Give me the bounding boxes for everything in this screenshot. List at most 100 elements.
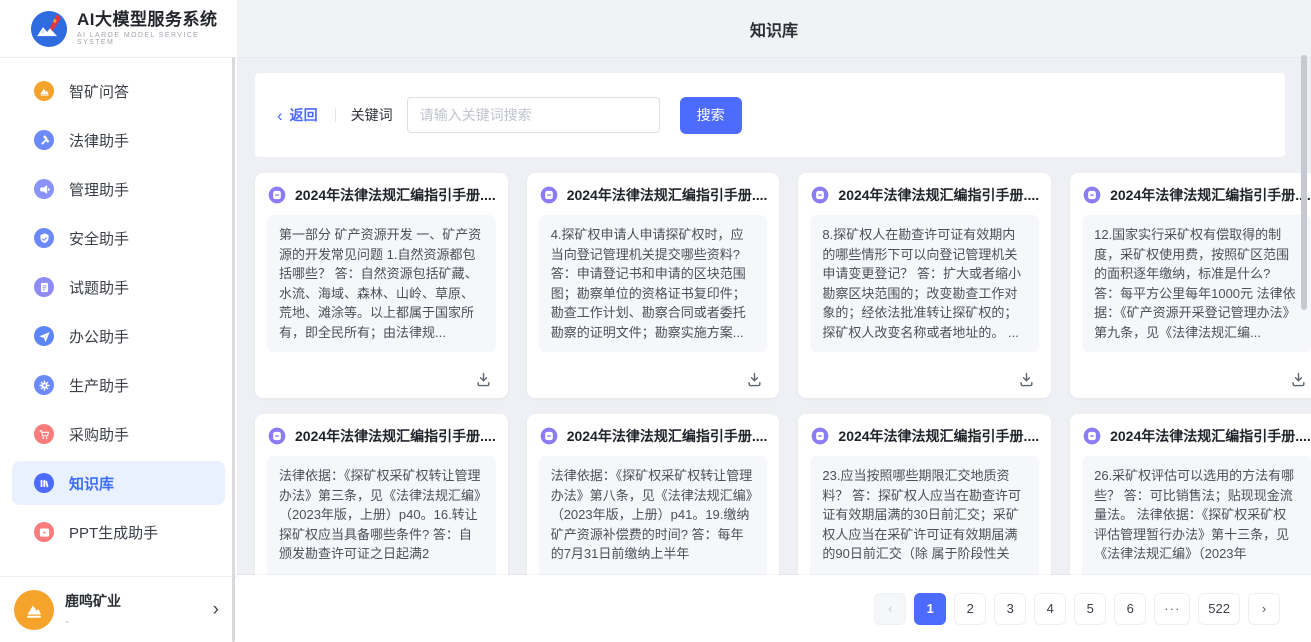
- content-area: ‹ 返回 关键词 搜索 2024年法律法规汇编指引手册.... 第一部分 矿产资源…: [237, 58, 1311, 575]
- sidebar-item-ppt[interactable]: PPT生成助手: [12, 510, 225, 554]
- knowledge-card[interactable]: 2024年法律法规汇编指引手册....26.采矿权评估可以选用的方法有哪些？ 答…: [1070, 414, 1311, 575]
- megaphone-icon: [34, 179, 54, 199]
- sidebar-item-label: 办公助手: [69, 326, 129, 347]
- library-icon: [34, 473, 54, 493]
- user-name: 鹿鸣矿业: [65, 591, 121, 611]
- knowledge-card[interactable]: 2024年法律法规汇编指引手册.... 法律依据：《探矿权采矿权转让管理办法》第八…: [527, 414, 780, 575]
- sidebar-menu: 智矿问答法律助手管理助手安全助手试题助手办公助手生产助手采购助手知识库 PPT生成…: [0, 58, 237, 576]
- card-title: 2024年法律法规汇编指引手册....: [1110, 185, 1311, 205]
- sidebar-item-label: 管理助手: [69, 179, 129, 200]
- document-icon: [267, 185, 287, 205]
- cart-icon: [34, 424, 54, 444]
- document-icon: [539, 185, 559, 205]
- download-icon[interactable]: [475, 371, 492, 388]
- sidebar-item-label: 知识库: [69, 473, 114, 494]
- app-subtitle: AI LARGE MODEL SERVICE SYSTEM: [77, 32, 237, 46]
- card-header: 2024年法律法规汇编指引手册....: [810, 185, 1039, 205]
- sidebar-item-qa[interactable]: 智矿问答: [12, 69, 225, 113]
- knowledge-card[interactable]: 2024年法律法规汇编指引手册....12.国家实行采矿权有偿取得的制度，采矿权…: [1070, 173, 1311, 398]
- card-title: 2024年法律法规汇编指引手册....: [567, 185, 768, 205]
- mountain-icon: [34, 81, 54, 101]
- download-icon[interactable]: [1290, 371, 1307, 388]
- sidebar-item-procurement[interactable]: 采购助手: [12, 412, 225, 456]
- user-panel[interactable]: 鹿鸣矿业 - ›: [0, 576, 237, 642]
- sidebar-item-production[interactable]: 生产助手: [12, 363, 225, 407]
- card-snippet: 4.探矿权申请人申请探矿权时，应当向登记管理机关提交哪些资料? 答：申请登记书和…: [539, 215, 768, 352]
- sidebar-item-label: 智矿问答: [69, 81, 129, 102]
- knowledge-card[interactable]: 2024年法律法规汇编指引手册.... 法律依据：《探矿权采矿权转让管理办法》第三…: [255, 414, 508, 575]
- card-header: 2024年法律法规汇编指引手册....: [1082, 185, 1311, 205]
- page-button-522[interactable]: 522: [1198, 593, 1240, 625]
- card-header: 2024年法律法规汇编指引手册....: [1082, 426, 1311, 446]
- plane-icon: [34, 326, 54, 346]
- exam-icon: [34, 277, 54, 297]
- document-icon: [810, 185, 830, 205]
- main-scrollbar[interactable]: [1301, 55, 1307, 310]
- knowledge-card[interactable]: 2024年法律法规汇编指引手册.... 第一部分 矿产资源开发 一、矿产资源的开发…: [255, 173, 508, 398]
- card-header: 2024年法律法规汇编指引手册....: [539, 426, 768, 446]
- card-header: 2024年法律法规汇编指引手册....: [267, 185, 496, 205]
- card-snippet: 法律依据：《探矿权采矿权转让管理办法》第三条，见《法律法规汇编》（2023年版，…: [267, 456, 496, 575]
- back-label: 返回: [290, 105, 318, 125]
- ppt-icon: [34, 522, 54, 542]
- card-snippet: 23.应当按照哪些期限汇交地质资料？ 答：探矿权人应当在勘查许可证有效期届满的3…: [810, 456, 1039, 575]
- sidebar-item-label: PPT生成助手: [69, 522, 158, 543]
- document-icon: [1082, 185, 1102, 205]
- sidebar-item-management[interactable]: 管理助手: [12, 167, 225, 211]
- search-toolbar: ‹ 返回 关键词 搜索: [255, 73, 1285, 157]
- card-title: 2024年法律法规汇编指引手册....: [1110, 426, 1311, 446]
- knowledge-card[interactable]: 2024年法律法规汇编指引手册.... 4.探矿权申请人申请探矿权时，应当向登记管…: [527, 173, 780, 398]
- chevron-right-icon[interactable]: ›: [213, 600, 219, 619]
- chevron-left-icon: ‹: [277, 107, 283, 124]
- sidebar-item-label: 试题助手: [69, 277, 129, 298]
- sidebar-item-safety[interactable]: 安全助手: [12, 216, 225, 260]
- shield-icon: [34, 228, 54, 248]
- sidebar: AI大模型服务系统 AI LARGE MODEL SERVICE SYSTEM …: [0, 0, 237, 642]
- sidebar-item-legal[interactable]: 法律助手: [12, 118, 225, 162]
- document-icon: [1082, 426, 1102, 446]
- gear-icon: [34, 375, 54, 395]
- card-snippet: 第一部分 矿产资源开发 一、矿产资源的开发常见问题 1.自然资源都包括哪些？ 答…: [267, 215, 496, 352]
- app-title: AI大模型服务系统: [77, 11, 237, 30]
- card-header: 2024年法律法规汇编指引手册....: [810, 426, 1039, 446]
- prev-page-button[interactable]: ‹: [874, 593, 906, 625]
- download-icon[interactable]: [746, 371, 763, 388]
- download-icon[interactable]: [1018, 371, 1035, 388]
- card-title: 2024年法律法规汇编指引手册....: [295, 426, 496, 446]
- main-area: 知识库 ‹ 返回 关键词 搜索 2024年法律法规汇编指引手册.... 第一部分 …: [237, 0, 1311, 642]
- page-button-1[interactable]: 1: [914, 593, 946, 625]
- ellipsis-button[interactable]: ···: [1154, 593, 1190, 625]
- card-title: 2024年法律法规汇编指引手册....: [838, 426, 1039, 446]
- search-button[interactable]: 搜索: [680, 97, 742, 134]
- document-icon: [539, 426, 559, 446]
- page-title: 知识库: [237, 0, 1311, 58]
- search-input[interactable]: [407, 97, 660, 133]
- page-button-3[interactable]: 3: [994, 593, 1026, 625]
- sidebar-item-label: 生产助手: [69, 375, 129, 396]
- next-page-button[interactable]: ›: [1248, 593, 1280, 625]
- sidebar-item-knowledge[interactable]: 知识库: [12, 461, 225, 505]
- user-subtitle: -: [65, 614, 121, 628]
- gavel-icon: [34, 130, 54, 150]
- sidebar-item-exam[interactable]: 试题助手: [12, 265, 225, 309]
- page-button-4[interactable]: 4: [1034, 593, 1066, 625]
- card-header: 2024年法律法规汇编指引手册....: [267, 426, 496, 446]
- pagination: ‹123456···522›: [237, 575, 1311, 642]
- knowledge-card[interactable]: 2024年法律法规汇编指引手册.... 8.探矿权人在勘查许可证有效期内的哪些情形…: [798, 173, 1051, 398]
- card-snippet: 8.探矿权人在勘查许可证有效期内的哪些情形下可以向登记管理机关申请变更登记？ 答…: [810, 215, 1039, 352]
- back-button[interactable]: ‹ 返回: [277, 105, 318, 125]
- page-button-6[interactable]: 6: [1114, 593, 1146, 625]
- sidebar-item-label: 法律助手: [69, 130, 129, 151]
- sidebar-scrollbar[interactable]: [232, 57, 235, 642]
- document-icon: [810, 426, 830, 446]
- page-button-2[interactable]: 2: [954, 593, 986, 625]
- card-title: 2024年法律法规汇编指引手册....: [295, 185, 496, 205]
- page-button-5[interactable]: 5: [1074, 593, 1106, 625]
- knowledge-card[interactable]: 2024年法律法规汇编指引手册.... 23.应当按照哪些期限汇交地质资料？ 答：…: [798, 414, 1051, 575]
- app-logo-icon: [30, 10, 68, 48]
- sidebar-item-office[interactable]: 办公助手: [12, 314, 225, 358]
- card-header: 2024年法律法规汇编指引手册....: [539, 185, 768, 205]
- card-snippet: 法律依据：《探矿权采矿权转让管理办法》第八条，见《法律法规汇编》（2023年版，…: [539, 456, 768, 575]
- card-title: 2024年法律法规汇编指引手册....: [567, 426, 768, 446]
- card-grid: 2024年法律法规汇编指引手册.... 第一部分 矿产资源开发 一、矿产资源的开发…: [255, 173, 1285, 575]
